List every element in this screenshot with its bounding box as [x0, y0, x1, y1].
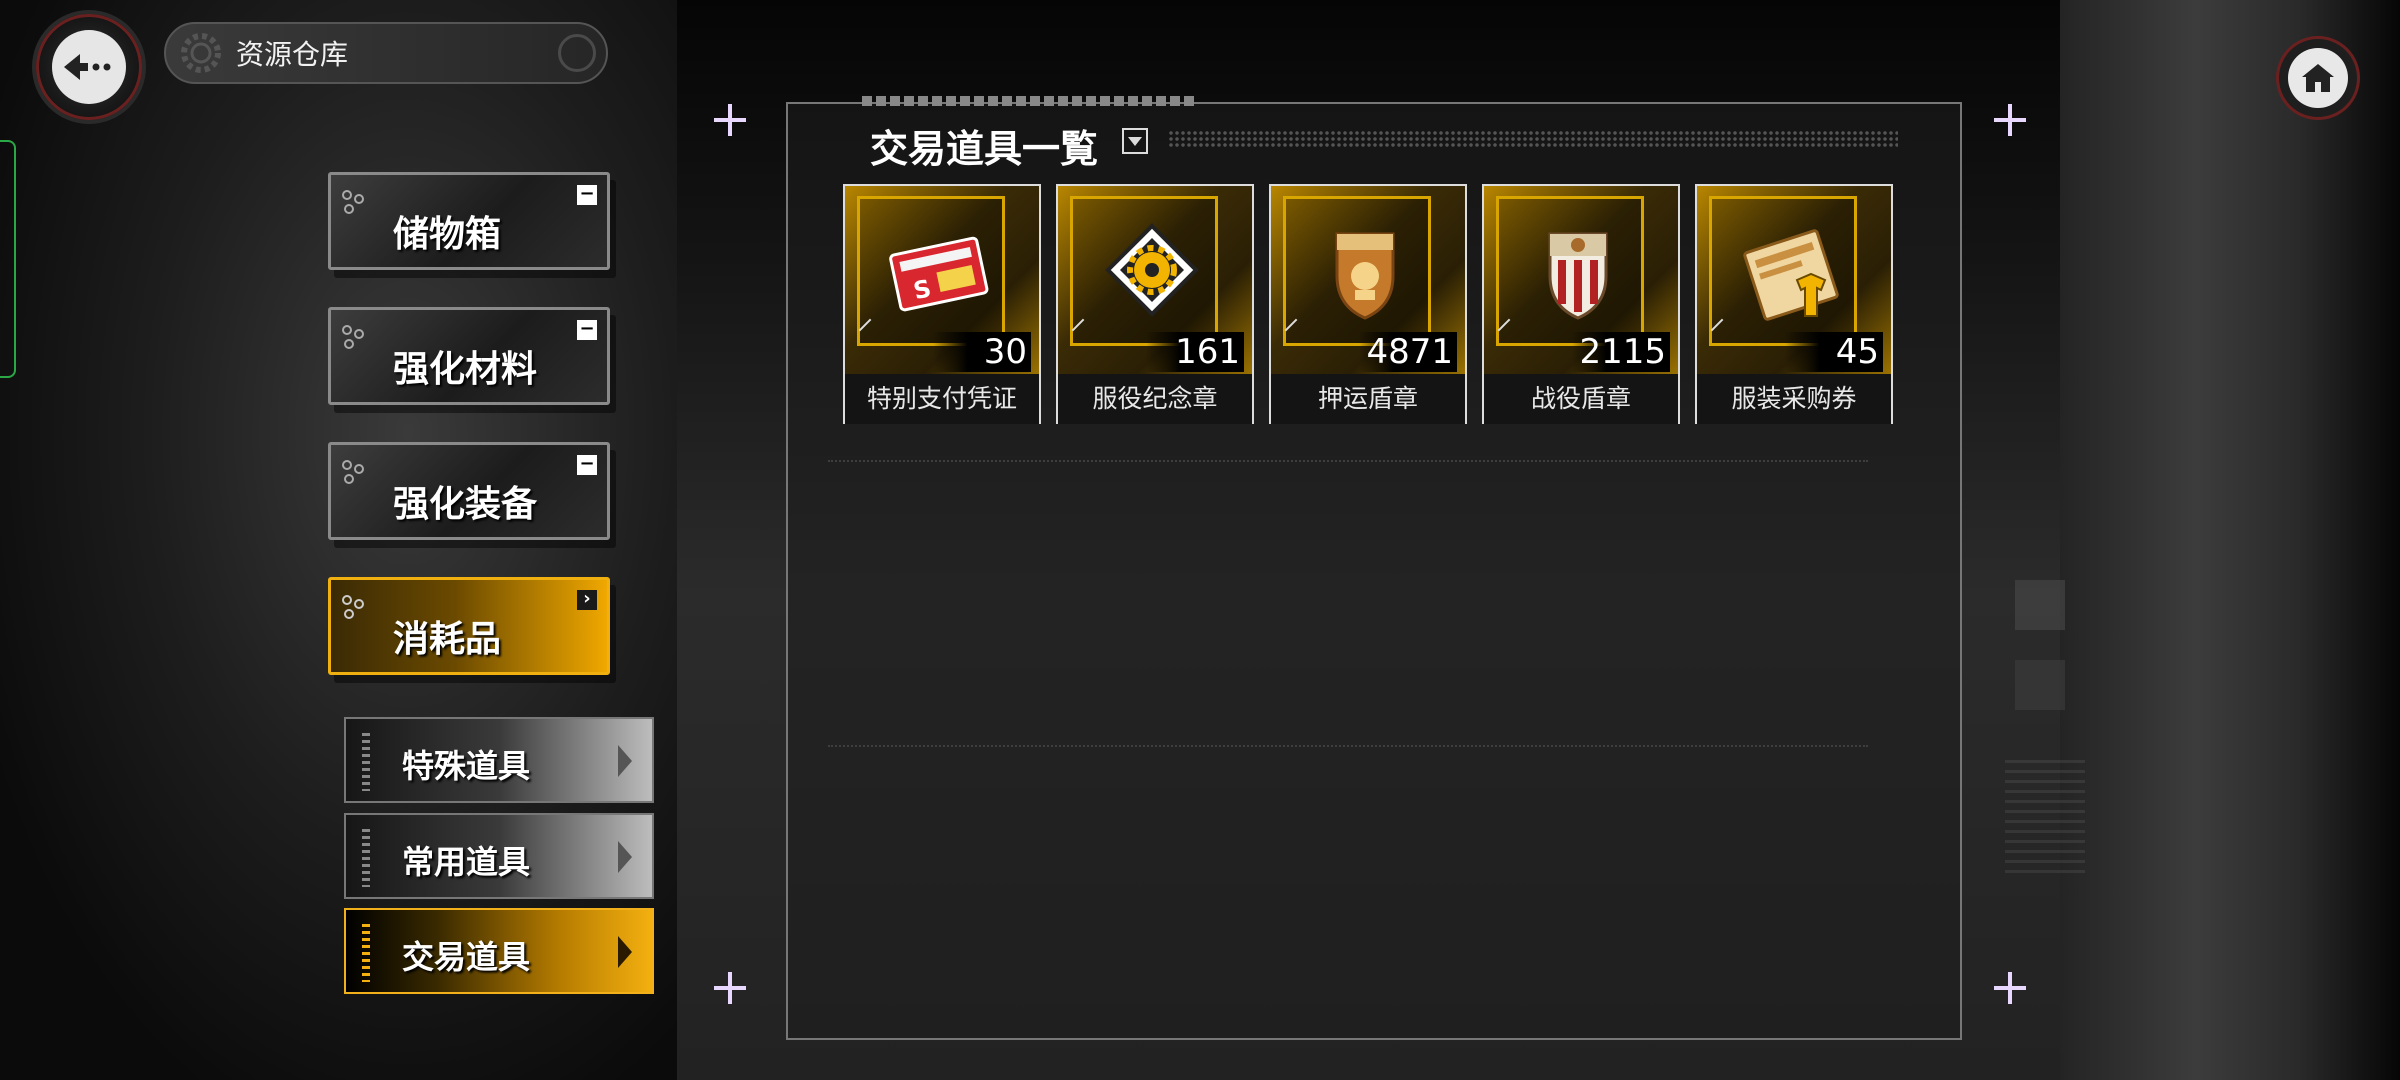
grip-icon	[362, 733, 370, 791]
dots-icon	[342, 190, 364, 214]
page-title-bar: 资源仓库	[164, 22, 608, 84]
category-label: 消耗品	[393, 618, 502, 660]
item-count: 45	[1785, 332, 1883, 372]
dots-icon	[342, 595, 364, 619]
subcategory-common-items[interactable]: 常用道具	[344, 813, 654, 899]
home-icon	[2288, 48, 2348, 108]
background-decoration	[2005, 760, 2085, 880]
back-arrow-icon	[52, 30, 126, 104]
subcategory-trade-items[interactable]: 交易道具	[344, 908, 654, 994]
category-label: 储物箱	[393, 213, 502, 255]
item-name: 服役纪念章	[1058, 374, 1252, 424]
panel-title: 交易道具一覧	[870, 126, 1099, 171]
dots-icon	[342, 325, 364, 349]
subcategory-label: 交易道具	[402, 938, 531, 976]
background-decoration	[2015, 660, 2065, 710]
category-enhance-equipment[interactable]: 强化装备 −	[328, 442, 610, 540]
grip-icon	[362, 924, 370, 982]
collapse-icon: −	[577, 455, 597, 475]
item-name: 服装采购券	[1697, 374, 1891, 424]
page-title: 资源仓库	[236, 38, 349, 71]
chevron-down-icon	[1128, 136, 1142, 146]
subcategory-label: 常用道具	[402, 843, 531, 881]
category-label: 强化材料	[393, 348, 538, 390]
chevron-right-icon	[618, 841, 632, 873]
item-name: 战役盾章	[1484, 374, 1678, 424]
ring-decoration	[558, 34, 596, 72]
item-card[interactable]: 2115 战役盾章	[1482, 184, 1680, 424]
subcategory-label: 特殊道具	[402, 747, 531, 785]
background-right	[2060, 0, 2400, 1080]
side-drawer-handle[interactable]	[0, 140, 16, 378]
item-count: 4871	[1359, 332, 1457, 372]
item-count: 30	[933, 332, 1031, 372]
plus-decoration-icon	[1990, 968, 2030, 1008]
collapse-icon: −	[577, 320, 597, 340]
gear-icon	[181, 33, 221, 73]
panel-tab-decoration	[862, 96, 1196, 106]
plus-decoration-icon	[710, 968, 750, 1008]
chevron-right-icon	[618, 936, 632, 968]
gear-medal-icon	[1105, 223, 1199, 317]
category-enhance-material[interactable]: 强化材料 −	[328, 307, 610, 405]
item-card[interactable]: S 30 特别支付凭证	[843, 184, 1041, 424]
plus-decoration-icon	[710, 100, 750, 140]
title-dots-decoration	[1168, 130, 1898, 148]
sort-dropdown-button[interactable]	[1122, 128, 1148, 154]
background-decoration	[2015, 580, 2065, 630]
collapse-icon: −	[577, 185, 597, 205]
item-count: 161	[1146, 332, 1244, 372]
item-name: 特别支付凭证	[845, 374, 1039, 424]
clothing-coupon-icon	[1743, 229, 1839, 321]
shield-badge-icon	[1335, 232, 1395, 320]
chevron-right-icon	[618, 745, 632, 777]
category-label: 强化装备	[393, 483, 538, 525]
category-storage-box[interactable]: 储物箱 −	[328, 172, 610, 270]
item-count: 2115	[1572, 332, 1670, 372]
subcategory-special-items[interactable]: 特殊道具	[344, 717, 654, 803]
dots-icon	[342, 460, 364, 484]
row-separator	[828, 745, 1868, 747]
ticket-icon: S	[889, 236, 989, 312]
back-button[interactable]	[36, 14, 142, 120]
category-consumables[interactable]: 消耗品 ›	[328, 577, 610, 675]
home-button[interactable]	[2276, 36, 2360, 120]
plus-decoration-icon	[1990, 100, 2030, 140]
item-card[interactable]: 45 服装采购券	[1695, 184, 1893, 424]
item-card[interactable]: 161 服役纪念章	[1056, 184, 1254, 424]
item-card[interactable]: 4871 押运盾章	[1269, 184, 1467, 424]
striped-shield-icon	[1548, 232, 1608, 320]
grip-icon	[362, 829, 370, 887]
item-name: 押运盾章	[1271, 374, 1465, 424]
expand-icon: ›	[577, 590, 597, 610]
row-separator	[828, 460, 1868, 462]
